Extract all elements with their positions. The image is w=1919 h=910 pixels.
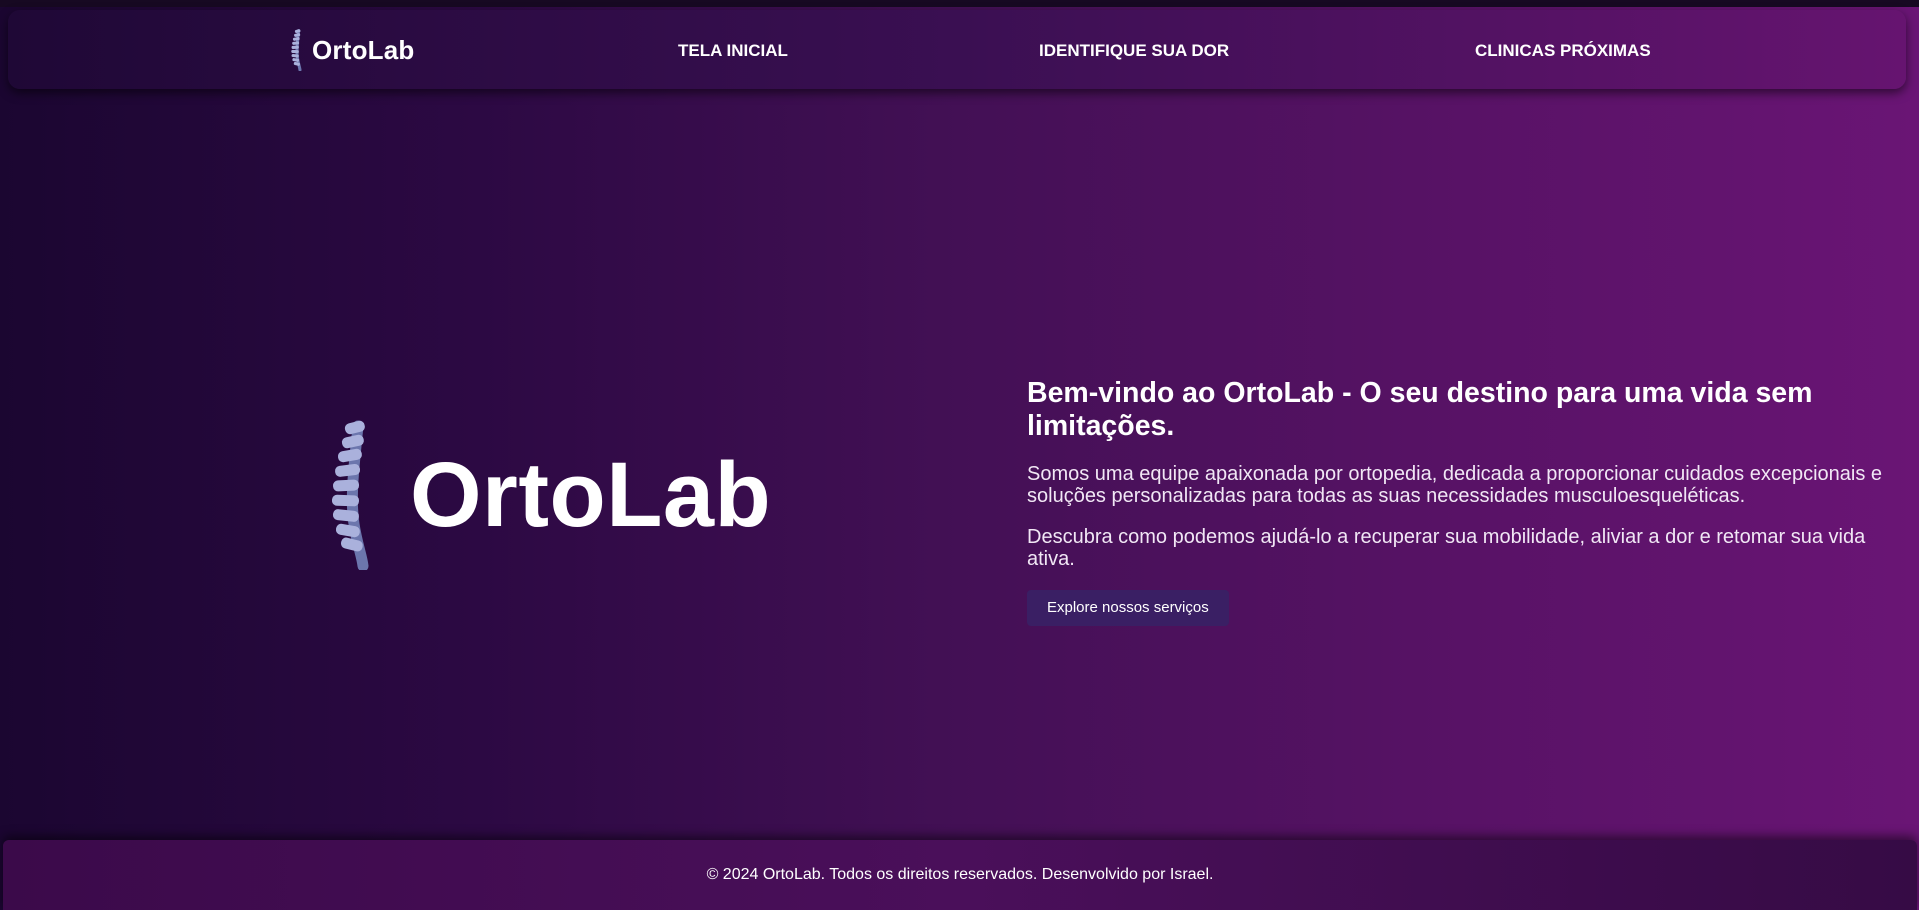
nav-link-clinicas-proximas[interactable]: CLINICAS PRÓXIMAS — [1475, 41, 1651, 61]
explore-services-button[interactable]: Explore nossos serviços — [1027, 590, 1229, 626]
hero-logo-text: OrtoLab — [410, 443, 772, 546]
hero-logo: OrtoLab — [332, 420, 771, 570]
navbar: OrtoLab TELA INICIAL IDENTIFIQUE SUA DOR… — [8, 10, 1906, 89]
spine-icon — [291, 29, 302, 71]
hero-title: Bem-vindo ao OrtoLab - O seu destino par… — [1027, 377, 1813, 442]
nav-link-identifique-sua-dor[interactable]: IDENTIFIQUE SUA DOR — [1039, 41, 1229, 61]
nav-link-tela-inicial[interactable]: TELA INICIAL — [678, 41, 788, 61]
footer: © 2024 OrtoLab. Todos os direitos reserv… — [3, 840, 1917, 910]
hero-paragraph-1: Somos uma equipe apaixonada por ortopedi… — [1027, 463, 1883, 507]
nav-logo-link[interactable]: OrtoLab — [290, 28, 415, 72]
spine-icon — [332, 420, 369, 570]
footer-copyright: © 2024 OrtoLab. Todos os direitos reserv… — [706, 866, 1214, 883]
top-band — [0, 0, 1919, 7]
hero-text: Bem-vindo ao OrtoLab - O seu destino par… — [1027, 377, 1887, 626]
hero-paragraph-2: Descubra como podemos ajudá-lo a recuper… — [1027, 526, 1866, 570]
nav-logo-text: OrtoLab — [312, 34, 415, 65]
